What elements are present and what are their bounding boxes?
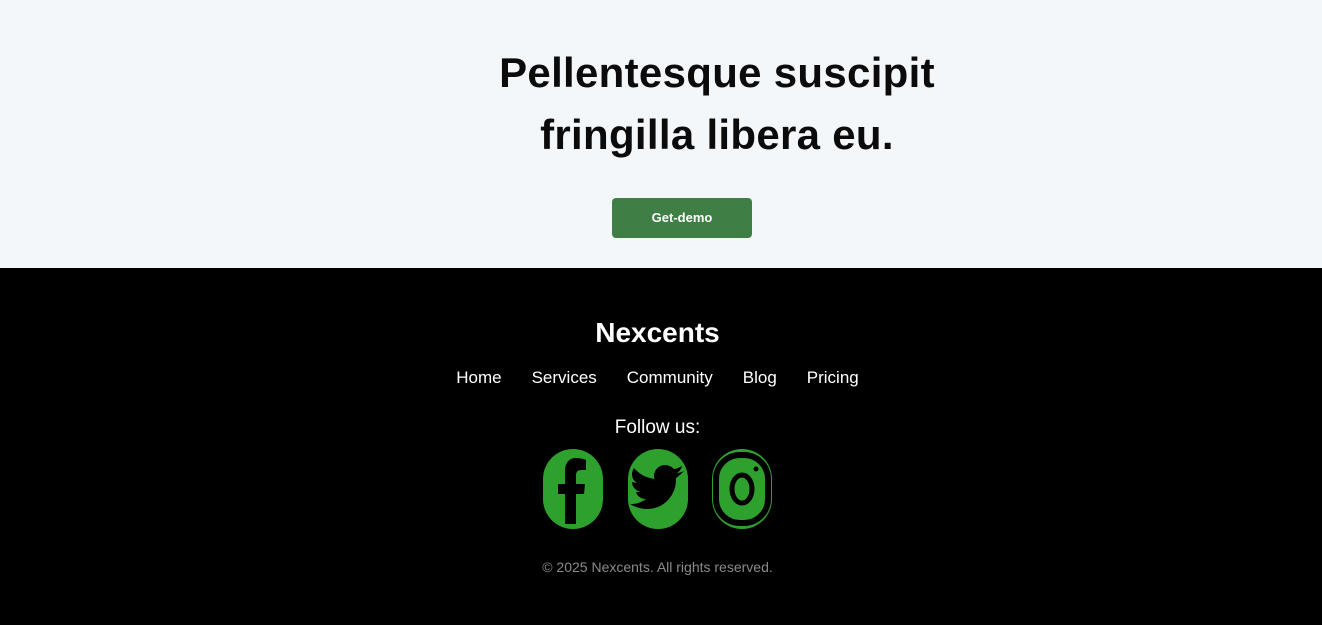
footer-brand: Nexcents bbox=[595, 317, 720, 348]
footer-nav-community[interactable]: Community bbox=[627, 368, 713, 388]
footer-nav-home[interactable]: Home bbox=[456, 368, 501, 388]
cta-title-line-1: Pellentesque suscipit bbox=[499, 49, 935, 96]
facebook-icon bbox=[558, 458, 586, 524]
instagram-icon bbox=[713, 452, 771, 526]
footer-nav: Home Services Community Blog Pricing bbox=[0, 368, 1315, 388]
follow-us-label: Follow us: bbox=[614, 417, 701, 438]
footer-nav-pricing[interactable]: Pricing bbox=[807, 368, 859, 388]
instagram-link[interactable] bbox=[712, 449, 772, 529]
footer-nav-services[interactable]: Services bbox=[532, 368, 597, 388]
cta-section: Pellentesque suscipit fringilla libera e… bbox=[0, 0, 1322, 268]
footer: Nexcents Home Services Community Blog Pr… bbox=[0, 268, 1322, 625]
cta-title: Pellentesque suscipit fringilla libera e… bbox=[417, 42, 1017, 166]
copyright-text: © 2025 Nexcents. All rights reserved. bbox=[542, 559, 773, 575]
twitter-link[interactable] bbox=[628, 449, 688, 529]
footer-nav-blog[interactable]: Blog bbox=[743, 368, 777, 388]
get-demo-button[interactable]: Get-demo bbox=[612, 198, 752, 238]
twitter-icon bbox=[630, 465, 684, 509]
cta-title-line-2: fringilla libera eu. bbox=[540, 111, 894, 158]
facebook-link[interactable] bbox=[543, 449, 603, 529]
